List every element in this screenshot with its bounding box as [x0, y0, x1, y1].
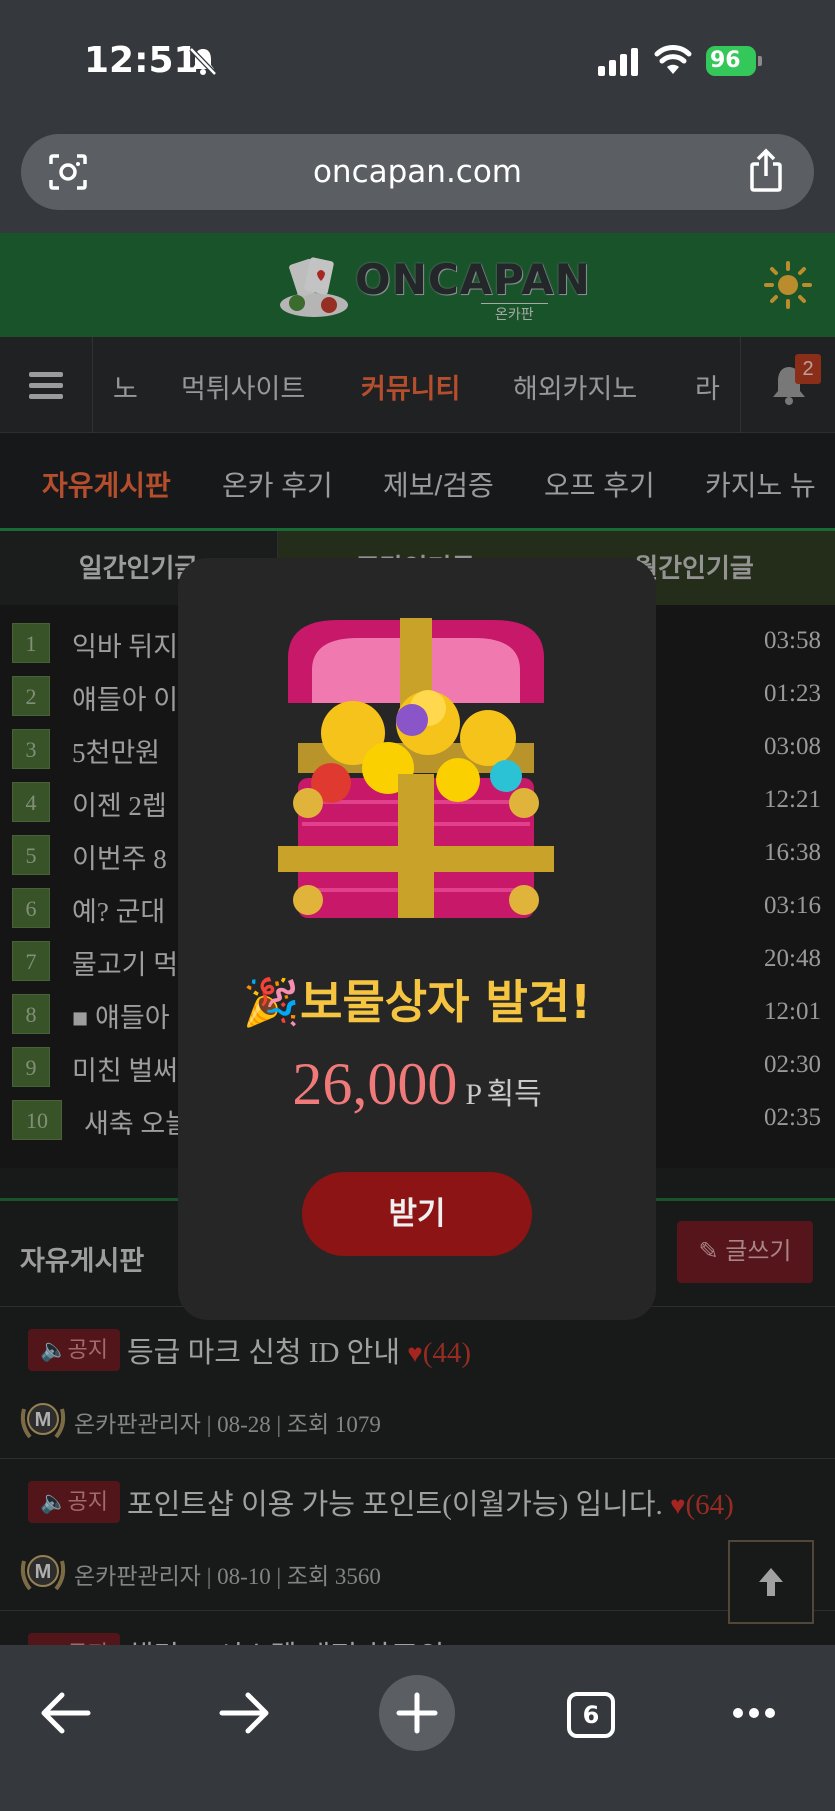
- cellular-signal-icon: [598, 48, 640, 76]
- wifi-icon: [654, 45, 692, 74]
- claim-button[interactable]: 받기: [302, 1172, 532, 1256]
- treasure-chest-icon: [278, 618, 554, 918]
- status-bar: 12:51 96: [0, 0, 835, 118]
- browser-toolbar: oncapan.com: [0, 118, 835, 233]
- reward-gain-label: 획득: [486, 1078, 542, 1111]
- modal-title-row: 🎉보물상자 발견!: [178, 966, 656, 1032]
- tabs-count-button[interactable]: 6: [567, 1692, 615, 1738]
- treasure-chest-modal: 🎉보물상자 발견! 26,000 P 획득 받기: [178, 558, 656, 1320]
- party-popper-icon: 🎉: [242, 975, 301, 1029]
- share-icon[interactable]: [746, 148, 786, 192]
- more-options-icon[interactable]: [716, 1675, 792, 1751]
- modal-title: 보물상자 발견!: [300, 975, 592, 1029]
- battery-icon: 96: [706, 46, 762, 76]
- battery-level: 96: [706, 46, 756, 76]
- reward-line: 26,000 P 획득: [178, 1050, 656, 1119]
- url-text[interactable]: oncapan.com: [21, 154, 814, 190]
- silent-bell-icon: [189, 47, 217, 76]
- new-tab-button[interactable]: [379, 1675, 455, 1751]
- back-arrow-icon[interactable]: [30, 1675, 106, 1751]
- browser-bottom-bar: 6: [0, 1645, 835, 1811]
- address-bar[interactable]: oncapan.com: [21, 134, 814, 210]
- reward-amount: 26,000: [292, 1051, 458, 1117]
- status-time: 12:51: [84, 40, 199, 81]
- plus-icon: [396, 1692, 438, 1734]
- forward-arrow-icon[interactable]: [204, 1675, 280, 1751]
- reward-unit: P: [465, 1078, 483, 1111]
